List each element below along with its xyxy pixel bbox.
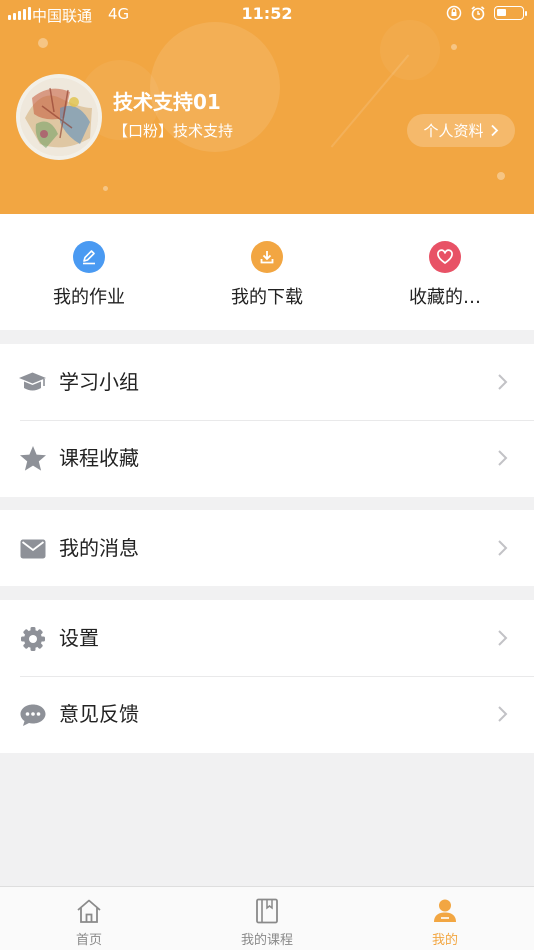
header-decoration — [451, 44, 457, 50]
chevron-right-icon — [498, 706, 508, 722]
chat-bubble-icon — [18, 700, 47, 729]
menu-item-label: 意见反馈 — [59, 702, 139, 726]
shortcut-label: 我的下载 — [231, 287, 303, 308]
shortcut-favorites[interactable]: 收藏的… — [356, 214, 534, 330]
profile-details-label: 个人资料 — [423, 122, 484, 140]
menu-group: 学习小组 课程收藏 — [0, 344, 534, 497]
heart-icon — [429, 241, 461, 273]
tab-home[interactable]: 首页 — [0, 887, 178, 950]
tab-label: 我的 — [431, 933, 458, 948]
menu-group: 设置 意见反馈 — [0, 600, 534, 753]
profile-details-button[interactable]: 个人资料 — [407, 114, 515, 147]
header-decoration — [103, 186, 108, 191]
header-decoration — [330, 54, 410, 148]
shortcut-label: 我的作业 — [53, 287, 125, 308]
chevron-right-icon — [498, 374, 508, 390]
graduation-cap-icon — [18, 368, 47, 397]
orientation-lock-icon — [446, 5, 462, 21]
chevron-right-icon — [498, 540, 508, 556]
chevron-right-icon — [490, 124, 498, 137]
alarm-icon — [471, 6, 485, 21]
status-bar: 中国联通 4G 11:52 — [0, 0, 534, 28]
profile-header: 中国联通 4G 11:52 技术支持01 【口粉】技术支持 个人资料 — [0, 0, 534, 214]
star-icon — [18, 444, 47, 473]
book-icon — [252, 897, 282, 925]
menu-item-feedback[interactable]: 意见反馈 — [0, 676, 534, 752]
menu-item-my-messages[interactable]: 我的消息 — [0, 510, 534, 586]
shortcut-label: 收藏的… — [409, 287, 481, 308]
battery-icon — [494, 6, 527, 20]
user-role-tag: 【口粉】技术支持 — [113, 122, 234, 140]
shortcut-bar: 我的作业 我的下载 收藏的… — [0, 214, 534, 330]
shortcut-my-downloads[interactable]: 我的下载 — [178, 214, 356, 330]
menu-item-label: 学习小组 — [59, 370, 139, 394]
shortcut-my-homework[interactable]: 我的作业 — [0, 214, 178, 330]
menu-item-label: 我的消息 — [59, 536, 139, 560]
avatar[interactable] — [16, 74, 102, 160]
header-decoration — [38, 38, 48, 48]
gear-icon — [18, 624, 47, 653]
download-icon — [251, 241, 283, 273]
header-decoration — [380, 20, 440, 80]
tab-bar: 首页 我的课程 我的 — [0, 886, 534, 950]
tab-mine[interactable]: 我的 — [356, 887, 534, 950]
pencil-icon — [73, 241, 105, 273]
username: 技术支持01 — [113, 90, 221, 114]
tab-label: 我的课程 — [240, 933, 293, 948]
menu-group: 我的消息 — [0, 510, 534, 586]
menu-item-study-group[interactable]: 学习小组 — [0, 344, 534, 420]
menu-item-course-favorites[interactable]: 课程收藏 — [0, 420, 534, 496]
menu-item-label: 设置 — [59, 626, 99, 650]
tab-label: 首页 — [75, 933, 102, 948]
home-icon — [74, 897, 104, 925]
mail-icon — [18, 534, 47, 563]
avatar-image — [20, 78, 98, 156]
person-icon — [430, 897, 460, 925]
chevron-right-icon — [498, 450, 508, 466]
chevron-right-icon — [498, 630, 508, 646]
header-decoration — [497, 172, 505, 180]
menu-item-settings[interactable]: 设置 — [0, 600, 534, 676]
menu-item-label: 课程收藏 — [59, 446, 139, 470]
tab-my-courses[interactable]: 我的课程 — [178, 887, 356, 950]
